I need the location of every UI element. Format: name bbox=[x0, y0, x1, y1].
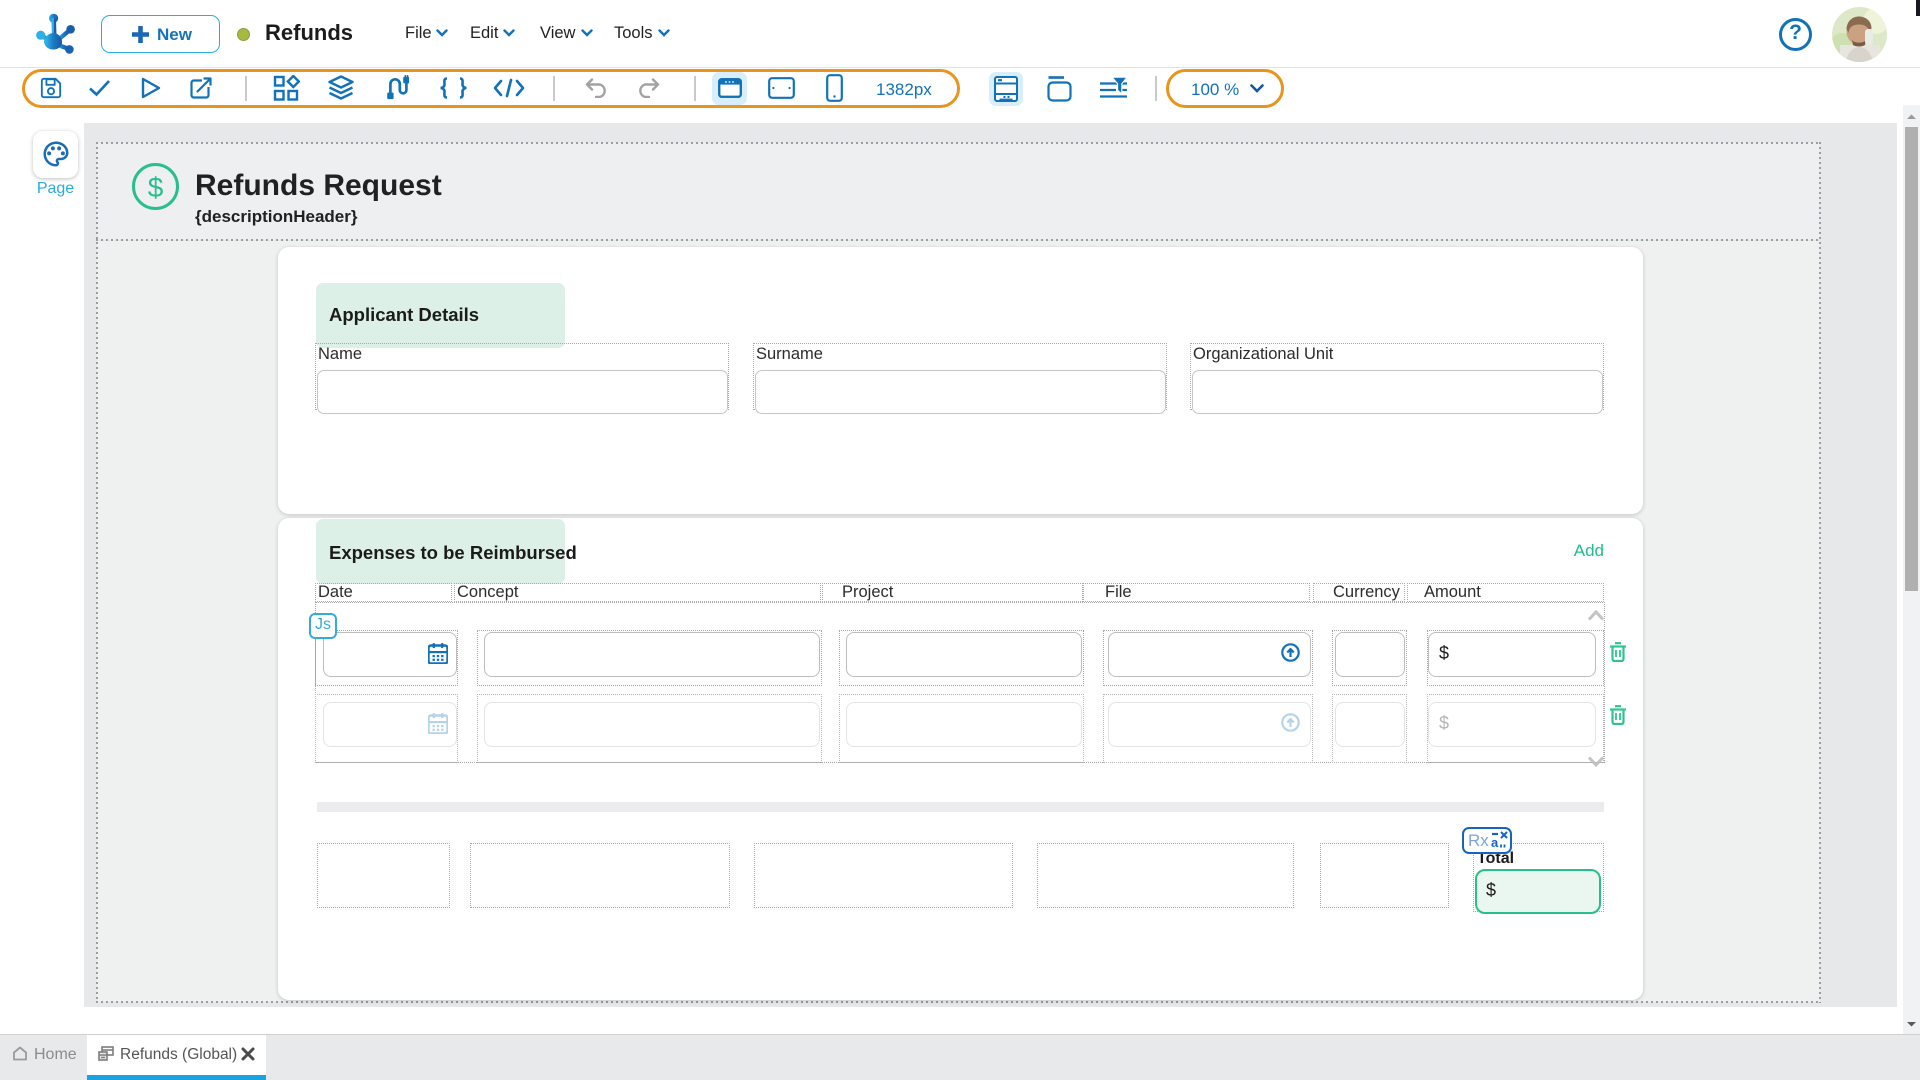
svg-text:a: a bbox=[1491, 835, 1499, 850]
